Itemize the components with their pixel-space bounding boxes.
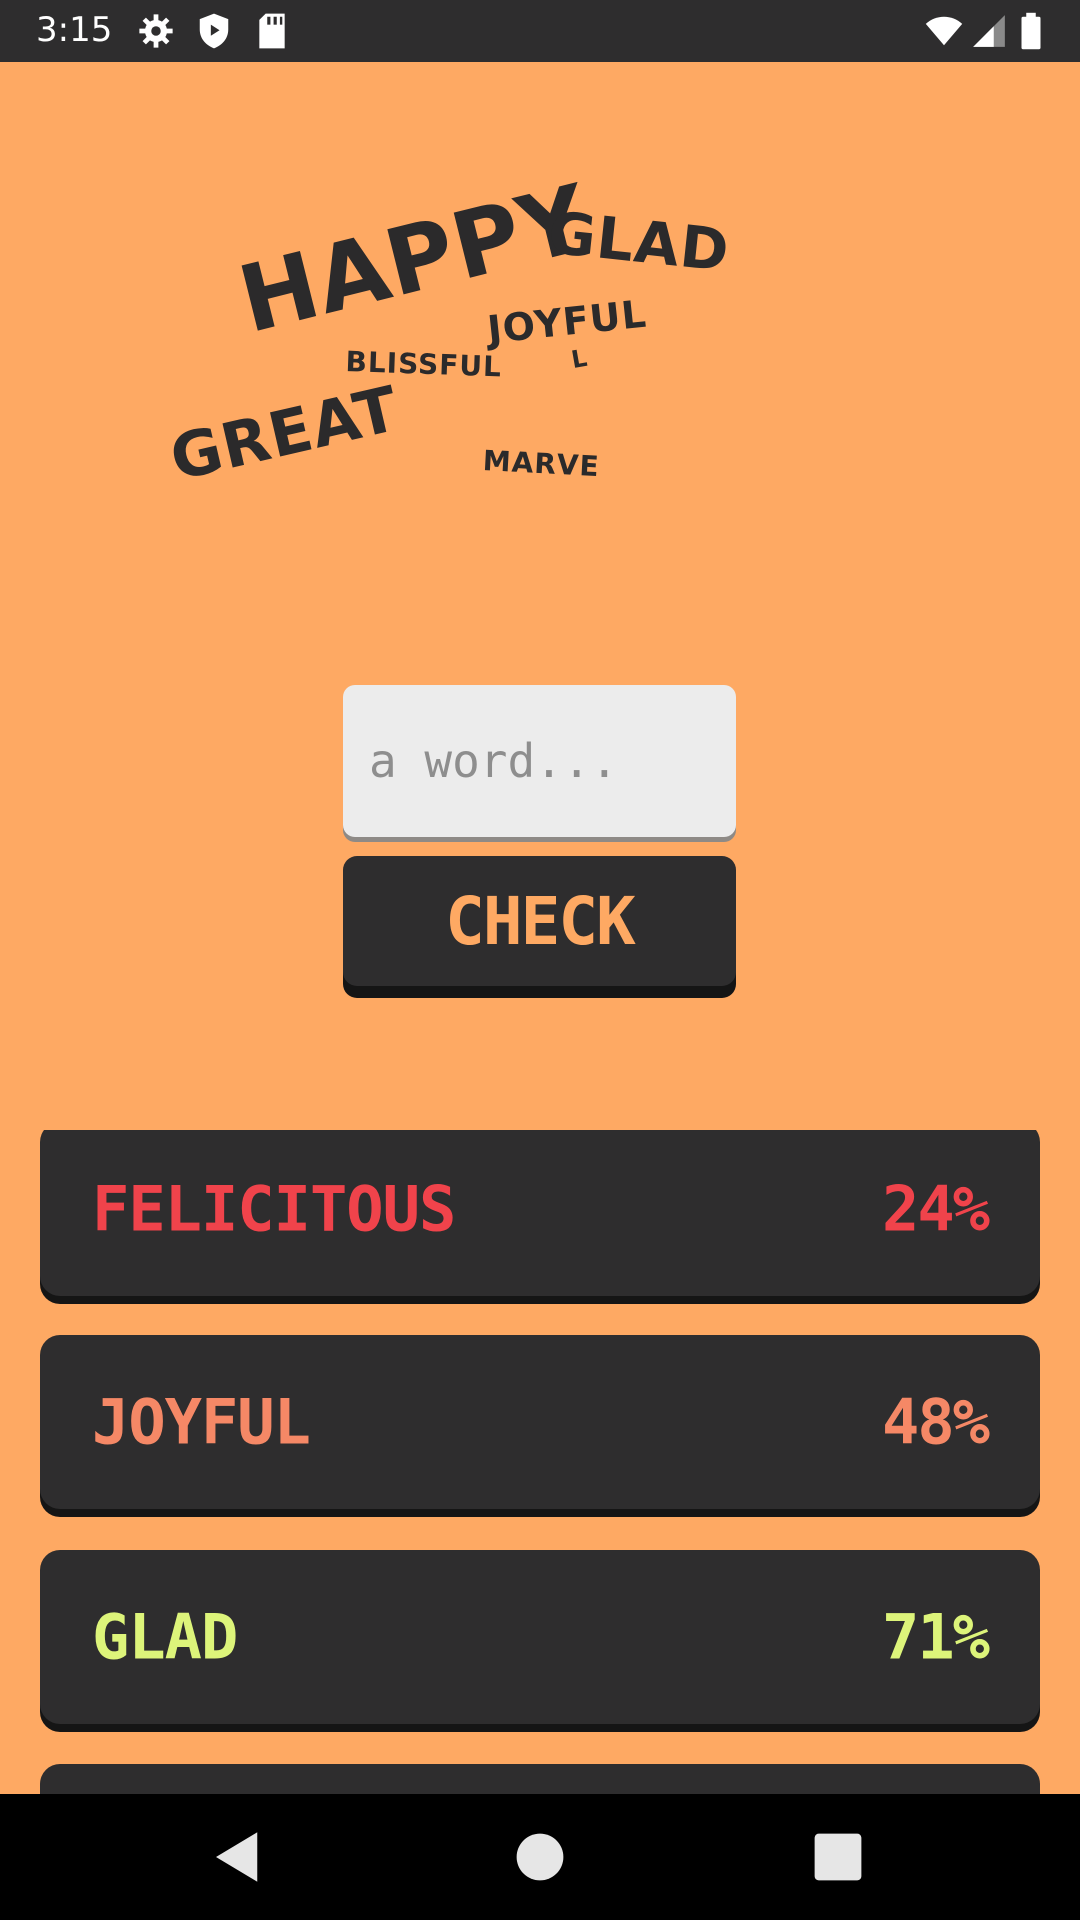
check-button[interactable]: CHECK: [343, 856, 736, 986]
navigation-bar: [0, 1794, 1080, 1920]
signal-icon: [973, 15, 1005, 47]
wifi-icon: [925, 16, 963, 46]
result-word: GLAD: [92, 1600, 238, 1674]
results-list[interactable]: FELICITOUS 24% JOYFUL 48% GLAD 71%: [0, 1130, 1080, 1794]
result-row: GLAD 71%: [40, 1550, 1040, 1724]
back-icon[interactable]: [205, 1824, 271, 1890]
result-word: JOYFUL: [92, 1385, 311, 1459]
status-time: 3:15: [36, 10, 113, 50]
result-row: JOYFUL 48%: [40, 1335, 1040, 1509]
sd-card-icon: [259, 13, 285, 49]
gear-icon: [139, 14, 173, 48]
word-input[interactable]: [343, 685, 736, 837]
result-row: FELICITOUS 24%: [40, 1130, 1040, 1296]
status-bar: 3:15: [0, 0, 1080, 62]
result-percent: 48%: [882, 1385, 990, 1459]
result-percent: 24%: [882, 1172, 990, 1246]
shield-icon: [199, 13, 229, 49]
result-row: [40, 1764, 1040, 1794]
cloud-word: GREAT: [163, 371, 406, 495]
cloud-word: L: [569, 343, 591, 374]
word-cloud: HAPPY GLAD JOYFUL L BLISSFUL GREAT MARVE: [0, 62, 1080, 622]
battery-icon: [1021, 12, 1041, 50]
recents-icon[interactable]: [805, 1824, 871, 1890]
result-percent: 71%: [882, 1600, 990, 1674]
home-icon[interactable]: [507, 1824, 573, 1890]
cloud-word: JOYFUL: [485, 291, 649, 352]
result-word: FELICITOUS: [92, 1172, 456, 1246]
cloud-word: MARVE: [482, 444, 601, 484]
